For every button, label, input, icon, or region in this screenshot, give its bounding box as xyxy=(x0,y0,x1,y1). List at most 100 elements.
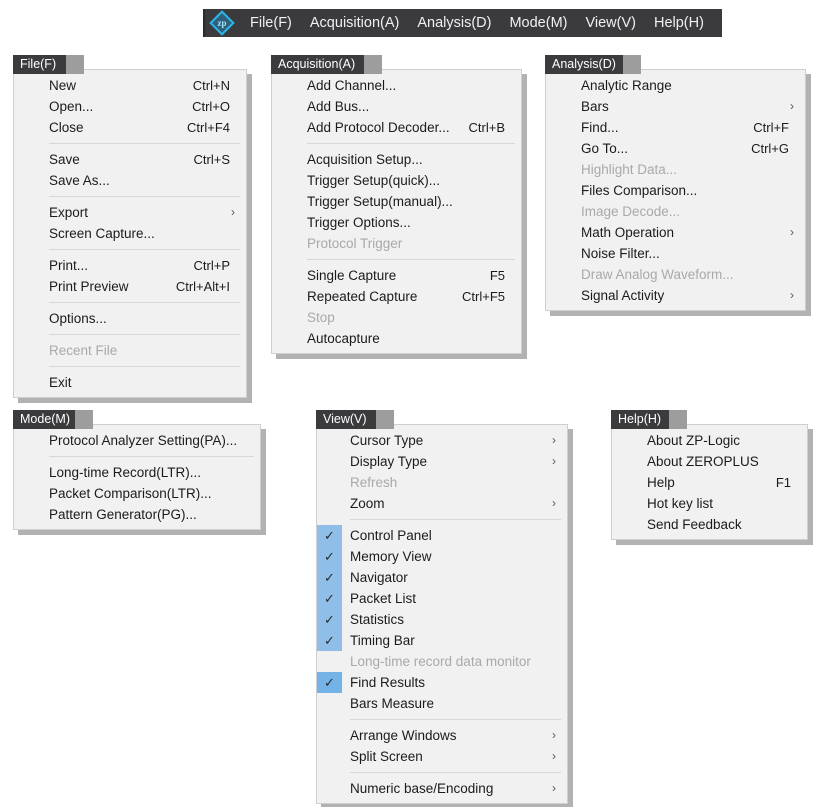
menu-item-label: Packet List xyxy=(350,591,417,606)
help-menu-title[interactable]: Help(H) xyxy=(611,410,669,429)
menu-item-label: Control Panel xyxy=(350,528,432,543)
file-menu-title[interactable]: File(F) xyxy=(13,55,66,74)
menu-item-export[interactable]: Export › xyxy=(14,202,246,223)
menu-item-label: Single Capture xyxy=(307,268,397,283)
menu-item-math-operation[interactable]: Math Operation › xyxy=(546,222,805,243)
menubar-item-acquisition[interactable]: Acquisition(A) xyxy=(301,11,408,35)
menu-item-split-screen[interactable]: Split Screen › xyxy=(317,746,567,767)
menu-item-label: Trigger Setup(quick)... xyxy=(307,173,441,188)
menubar-item-analysis[interactable]: Analysis(D) xyxy=(408,11,500,35)
menu-item-signal-activity[interactable]: Signal Activity › xyxy=(546,285,805,306)
menu-item-save[interactable]: Save Ctrl+S xyxy=(14,149,246,170)
menu-item-help[interactable]: Help F1 xyxy=(612,472,807,493)
menu-item-statistics[interactable]: ✓ Statistics xyxy=(317,609,567,630)
menu-item-bars[interactable]: Bars › xyxy=(546,96,805,117)
analysis-menu-title[interactable]: Analysis(D) xyxy=(545,55,623,74)
menu-item-close[interactable]: Close Ctrl+F4 xyxy=(14,117,246,138)
view-menu-title[interactable]: View(V) xyxy=(316,410,376,429)
menu-item-label: Display Type xyxy=(350,454,428,469)
chevron-right-icon: › xyxy=(552,454,556,468)
menu-item-go-to[interactable]: Go To... Ctrl+G xyxy=(546,138,805,159)
menu-item-print[interactable]: Print... Ctrl+P xyxy=(14,255,246,276)
menu-item-screen-capture[interactable]: Screen Capture... xyxy=(14,223,246,244)
menu-item-autocapture[interactable]: Autocapture xyxy=(272,328,521,349)
menu-item-find[interactable]: Find... Ctrl+F xyxy=(546,117,805,138)
menu-item-repeated-capture[interactable]: Repeated Capture Ctrl+F5 xyxy=(272,286,521,307)
menu-item-label: New xyxy=(49,78,77,93)
menu-item-analytic-range[interactable]: Analytic Range xyxy=(546,75,805,96)
menu-item-add-bus[interactable]: Add Bus... xyxy=(272,96,521,117)
menu-item-trigger-options[interactable]: Trigger Options... xyxy=(272,212,521,233)
menu-item-find-results[interactable]: ✓ Find Results xyxy=(317,672,567,693)
menu-item-control-panel[interactable]: ✓ Control Panel xyxy=(317,525,567,546)
menu-item-label: Numeric base/Encoding xyxy=(350,781,494,796)
menu-item-trigger-setup-quick[interactable]: Trigger Setup(quick)... xyxy=(272,170,521,191)
menu-item-about-zp-logic[interactable]: About ZP-Logic xyxy=(612,430,807,451)
menu-item-acquisition-setup[interactable]: Acquisition Setup... xyxy=(272,149,521,170)
menu-item-label: Packet Comparison(LTR)... xyxy=(49,486,212,501)
menu-item-pattern-generator-pg[interactable]: Pattern Generator(PG)... xyxy=(14,504,260,525)
menu-item-zoom[interactable]: Zoom › xyxy=(317,493,567,514)
menu-item-save-as[interactable]: Save As... xyxy=(14,170,246,191)
acquisition-menu-title[interactable]: Acquisition(A) xyxy=(271,55,364,74)
menu-item-packet-list[interactable]: ✓ Packet List xyxy=(317,588,567,609)
menu-item-options[interactable]: Options... xyxy=(14,308,246,329)
menu-item-add-channel[interactable]: Add Channel... xyxy=(272,75,521,96)
menu-item-navigator[interactable]: ✓ Navigator xyxy=(317,567,567,588)
menu-separator xyxy=(49,249,240,250)
acquisition-menu-panel: Add Channel... Add Bus... Add Protocol Dec… xyxy=(271,69,522,354)
menu-item-single-capture[interactable]: Single Capture F5 xyxy=(272,265,521,286)
menu-item-files-comparison[interactable]: Files Comparison... xyxy=(546,180,805,201)
menu-item-noise-filter[interactable]: Noise Filter... xyxy=(546,243,805,264)
menu-item-packet-comparison-ltr[interactable]: Packet Comparison(LTR)... xyxy=(14,483,260,504)
menubar-item-file[interactable]: File(F) xyxy=(241,11,301,35)
menu-item-exit[interactable]: Exit xyxy=(14,372,246,393)
menu-item-label: Navigator xyxy=(350,570,408,585)
menu-item-cursor-type[interactable]: Cursor Type › xyxy=(317,430,567,451)
menu-item-label: Go To... xyxy=(581,141,629,156)
menu-item-shortcut: Ctrl+N xyxy=(192,78,230,93)
menu-item-memory-view[interactable]: ✓ Memory View xyxy=(317,546,567,567)
menu-item-label: Print... xyxy=(49,258,89,273)
menu-item-label: Zoom xyxy=(350,496,385,511)
menu-item-send-feedback[interactable]: Send Feedback xyxy=(612,514,807,535)
menu-item-label: Protocol Trigger xyxy=(307,236,403,251)
zeroplus-diamond-logo-icon: zp xyxy=(209,10,235,36)
menu-item-open[interactable]: Open... Ctrl+O xyxy=(14,96,246,117)
menu-item-protocol-trigger: Protocol Trigger xyxy=(272,233,521,254)
menu-item-hot-key-list[interactable]: Hot key list xyxy=(612,493,807,514)
menu-item-print-preview[interactable]: Print Preview Ctrl+Alt+I xyxy=(14,276,246,297)
menubar-item-mode[interactable]: Mode(M) xyxy=(500,11,576,35)
menu-item-label: Noise Filter... xyxy=(581,246,660,261)
menu-item-bars-measure[interactable]: Bars Measure xyxy=(317,693,567,714)
view-menu-title-stub xyxy=(376,410,394,429)
check-gutter-empty xyxy=(317,725,342,746)
menubar-item-help[interactable]: Help(H) xyxy=(645,11,713,35)
analysis-menu-panel: Analytic Range Bars › Find... Ctrl+F Go To...… xyxy=(545,69,806,311)
menu-item-label: Highlight Data... xyxy=(581,162,678,177)
menu-item-recent-file: Recent File xyxy=(14,340,246,361)
check-gutter-empty xyxy=(317,693,342,714)
menu-item-about-zeroplus[interactable]: About ZEROPLUS xyxy=(612,451,807,472)
menu-item-arrange-windows[interactable]: Arrange Windows › xyxy=(317,725,567,746)
menu-item-new[interactable]: New Ctrl+N xyxy=(14,75,246,96)
menubar-item-view[interactable]: View(V) xyxy=(576,11,645,35)
menu-item-trigger-setup-manual[interactable]: Trigger Setup(manual)... xyxy=(272,191,521,212)
checkmark-icon: ✓ xyxy=(317,630,342,651)
menu-item-label: Files Comparison... xyxy=(581,183,698,198)
menu-item-protocol-analyzer-setting-pa[interactable]: Protocol Analyzer Setting(PA)... xyxy=(14,430,260,451)
menu-item-numeric-base-encoding[interactable]: Numeric base/Encoding › xyxy=(317,778,567,799)
menu-item-label: Draw Analog Waveform... xyxy=(581,267,734,282)
menu-item-long-time-record-ltr[interactable]: Long-time Record(LTR)... xyxy=(14,462,260,483)
mode-menu-title[interactable]: Mode(M) xyxy=(13,410,75,429)
check-gutter-empty xyxy=(317,746,342,767)
menu-item-label: Add Channel... xyxy=(307,78,397,93)
menu-item-display-type[interactable]: Display Type › xyxy=(317,451,567,472)
menu-separator xyxy=(350,519,561,520)
menu-item-add-protocol-decoder[interactable]: Add Protocol Decoder... Ctrl+B xyxy=(272,117,521,138)
chevron-right-icon: › xyxy=(552,433,556,447)
menu-item-timing-bar[interactable]: ✓ Timing Bar xyxy=(317,630,567,651)
menu-item-label: Timing Bar xyxy=(350,633,415,648)
chevron-right-icon: › xyxy=(552,728,556,742)
menu-item-label: Protocol Analyzer Setting(PA)... xyxy=(49,433,238,448)
